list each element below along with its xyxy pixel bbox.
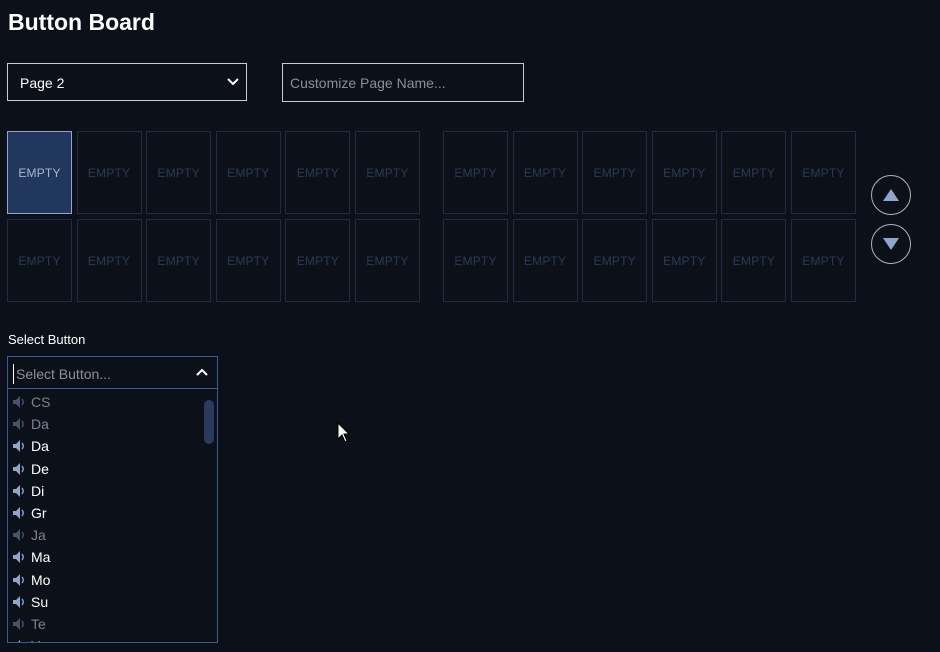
button-grid-left: EMPTY EMPTY EMPTY EMPTY EMPTY EMPTY EMPTY EMPTY… — [7, 131, 420, 302]
dropdown-item-label: De — [31, 460, 49, 477]
dropdown-item-label: Mo — [31, 571, 51, 588]
dropdown-item-label: CS — [31, 394, 51, 411]
speaker-icon — [13, 507, 24, 520]
select-button-label: Select Button — [8, 332, 86, 347]
speaker-icon — [13, 462, 24, 475]
chevron-down-icon — [227, 78, 239, 86]
speaker-icon — [13, 396, 24, 409]
button-slot-left-1[interactable]: EMPTY — [7, 131, 72, 214]
dropdown-list-item[interactable]: Da — [8, 413, 204, 435]
page-down-button[interactable] — [871, 224, 911, 264]
dropdown-list-item[interactable]: Ma — [8, 546, 204, 568]
button-slot-right-7[interactable]: EMPTY — [443, 219, 508, 302]
dropdown-list-item[interactable]: Di — [8, 480, 204, 502]
button-slot-left-12[interactable]: EMPTY — [354, 219, 420, 302]
triangle-up-icon — [883, 189, 899, 201]
dropdown-item-label: Da — [31, 438, 49, 455]
page-select-dropdown[interactable]: Page 2 — [7, 63, 247, 101]
dropdown-item-label: Te — [31, 615, 46, 632]
dropdown-list-item[interactable]: Ja — [8, 524, 204, 546]
page-select-value: Page 2 — [20, 75, 65, 91]
button-slot-right-4[interactable]: EMPTY — [651, 131, 717, 214]
button-slot-right-1[interactable]: EMPTY — [443, 131, 508, 214]
mouse-cursor-icon — [337, 422, 351, 443]
button-board-app: Button Board Page 2 EMPTYEMPTYEMPTYEMPTY… — [0, 0, 940, 652]
dropdown-list-item[interactable]: Gr — [8, 502, 204, 524]
dropdown-list-item[interactable]: Te — [8, 613, 204, 635]
dropdown-list-item[interactable]: Yo — [8, 635, 204, 642]
speaker-icon — [13, 617, 24, 630]
dropdown-scrollbar-thumb[interactable] — [204, 400, 214, 444]
speaker-icon — [13, 440, 24, 453]
dropdown-list-item[interactable]: Su — [8, 591, 204, 613]
button-slot-right-3[interactable]: EMPTY — [582, 131, 648, 214]
page-title: Button Board — [8, 9, 155, 35]
speaker-icon — [13, 418, 24, 431]
page-up-button[interactable] — [871, 175, 911, 215]
button-slot-left-5[interactable]: EMPTY — [285, 131, 351, 214]
triangle-down-icon — [883, 238, 899, 250]
select-button-dropdown-list: CS Da Da De Di Gr Ja Ma Mo Su Te Yo — [7, 389, 218, 643]
dropdown-item-label: Da — [31, 416, 49, 433]
dropdown-list-item[interactable]: CS — [8, 391, 204, 413]
dropdown-item-label: Su — [31, 593, 49, 610]
button-slot-right-11[interactable]: EMPTY — [721, 219, 787, 302]
button-slot-left-2[interactable]: EMPTY — [76, 131, 142, 214]
button-slot-left-3[interactable]: EMPTY — [146, 131, 212, 214]
button-slot-left-11[interactable]: EMPTY — [285, 219, 351, 302]
button-slot-right-8[interactable]: EMPTY — [512, 219, 578, 302]
button-slot-left-8[interactable]: EMPTY — [76, 219, 142, 302]
button-slot-left-7[interactable]: EMPTY — [7, 219, 72, 302]
dropdown-list-item[interactable]: Mo — [8, 569, 204, 591]
dropdown-list-item[interactable]: De — [8, 458, 204, 480]
button-slot-left-9[interactable]: EMPTY — [146, 219, 212, 302]
dropdown-item-label: Di — [31, 482, 45, 499]
dropdown-items: CS Da Da De Di Gr Ja Ma Mo Su Te Yo — [8, 391, 204, 642]
button-slot-right-10[interactable]: EMPTY — [651, 219, 717, 302]
dropdown-list-item[interactable]: Da — [8, 435, 204, 457]
button-slot-left-6[interactable]: EMPTY — [354, 131, 420, 214]
dropdown-item-label: Ma — [31, 549, 51, 566]
speaker-icon — [13, 595, 24, 608]
page-name-input[interactable] — [282, 63, 524, 102]
speaker-icon — [13, 573, 24, 586]
dropdown-item-label: Gr — [31, 505, 47, 522]
dropdown-item-label: Ja — [31, 527, 46, 544]
button-slot-left-10[interactable]: EMPTY — [215, 219, 281, 302]
select-button-input[interactable] — [13, 364, 188, 384]
speaker-icon — [13, 529, 24, 542]
button-grid-right: EMPTY EMPTY EMPTY EMPTY EMPTY EMPTY EMPTY EMPTY… — [443, 131, 856, 302]
button-slot-right-2[interactable]: EMPTY — [512, 131, 578, 214]
button-slot-left-4[interactable]: EMPTY — [215, 131, 281, 214]
speaker-icon — [13, 551, 24, 564]
chevron-up-icon[interactable] — [195, 367, 209, 377]
speaker-icon — [18, 640, 20, 642]
dropdown-item-label: Yo — [31, 638, 47, 642]
button-slot-right-6[interactable]: EMPTY — [790, 131, 856, 214]
speaker-icon — [13, 484, 24, 497]
select-button-combobox[interactable] — [7, 356, 218, 389]
button-slot-right-9[interactable]: EMPTY — [582, 219, 648, 302]
button-slot-right-5[interactable]: EMPTY — [721, 131, 787, 214]
button-slot-right-12[interactable]: EMPTY — [790, 219, 856, 302]
